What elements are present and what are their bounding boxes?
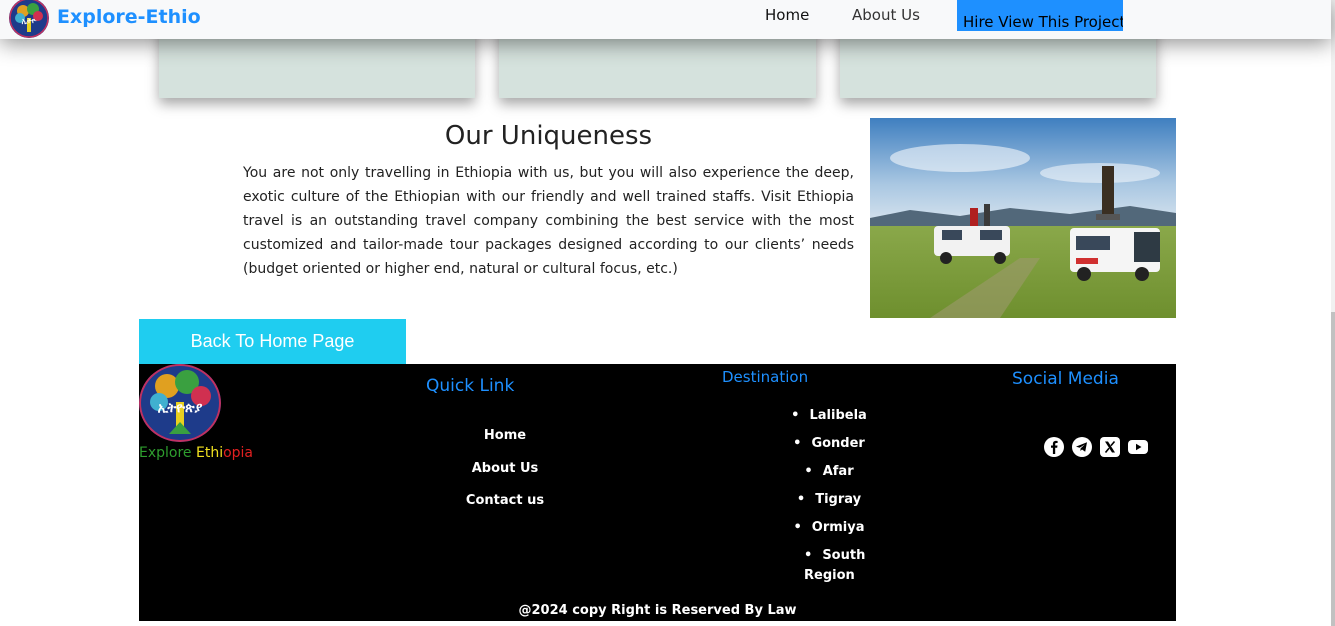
destination-list: Lalibela Gonder Afar Tigray Ormiya South… xyxy=(769,406,889,594)
x-icon[interactable] xyxy=(1099,436,1121,458)
svg-text:ኢትዮ: ኢትዮ xyxy=(22,17,37,25)
footer-link-about[interactable]: About Us xyxy=(439,461,571,476)
tree-logo-icon: ኢትዮ xyxy=(9,0,49,38)
quick-link-title: Quick Link xyxy=(426,376,515,396)
destination-item[interactable]: Gonder xyxy=(769,434,889,454)
copyright-text: @2024 copy Right is Reserved By Law xyxy=(518,603,797,618)
footer-brand-name: Explore Ethiopia xyxy=(139,445,253,461)
back-to-home-button[interactable]: Back To Home Page xyxy=(139,319,406,364)
brand-part-red: opia xyxy=(223,445,254,461)
brand-part-yellow: Ethi xyxy=(195,445,224,461)
navbar: ኢትዮ Explore-Ethio Home About Us Hire Vie… xyxy=(0,0,1331,39)
footer-link-home[interactable]: Home xyxy=(439,428,571,443)
facebook-icon[interactable] xyxy=(1043,436,1065,458)
safari-photo xyxy=(870,118,1176,318)
destination-item[interactable]: Tigray xyxy=(769,490,889,510)
footer-logo[interactable]: ኢትዮጵያ xyxy=(139,364,221,442)
brand-part-green: Explore xyxy=(139,445,196,461)
logo-amharic-text: ኢትዮጵያ xyxy=(157,401,203,416)
social-media-title: Social Media xyxy=(1012,369,1119,389)
telegram-icon[interactable] xyxy=(1071,436,1093,458)
destination-item[interactable]: Lalibela xyxy=(769,406,889,426)
destination-item[interactable]: Ormiya xyxy=(769,518,889,538)
destination-item[interactable]: South Region xyxy=(804,546,865,586)
brand-name[interactable]: Explore-Ethio xyxy=(57,6,201,28)
destination-item[interactable]: Afar xyxy=(769,462,889,482)
brand-logo[interactable]: ኢትዮ xyxy=(9,0,49,38)
footer-link-contact[interactable]: Contact us xyxy=(439,493,571,508)
uniqueness-paragraph: You are not only travelling in Ethiopia … xyxy=(243,165,854,277)
youtube-icon[interactable] xyxy=(1127,436,1149,458)
scrollbar-track[interactable] xyxy=(1331,0,1335,626)
destination-title: Destination xyxy=(722,368,809,386)
footer: ኢትዮጵያ Explore Ethiopia Quick Link Home A… xyxy=(139,364,1176,621)
hire-view-project-button[interactable]: Hire View This Project xyxy=(957,0,1123,31)
nav-home-link[interactable]: Home xyxy=(765,6,809,24)
scrollbar-thumb[interactable] xyxy=(1331,312,1335,626)
uniqueness-heading: Our Uniqueness xyxy=(444,121,653,151)
nav-about-link[interactable]: About Us xyxy=(852,6,920,24)
safari-image-icon xyxy=(870,118,1176,318)
